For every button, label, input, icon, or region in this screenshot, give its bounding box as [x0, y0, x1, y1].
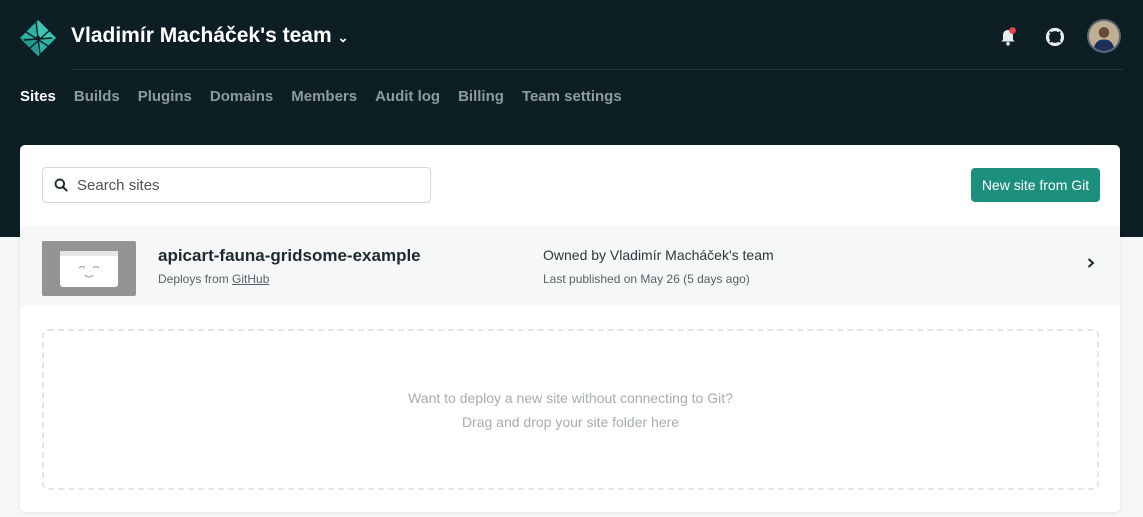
user-avatar[interactable]	[1087, 19, 1121, 53]
nav-builds[interactable]: Builds	[74, 88, 120, 106]
lifebuoy-icon	[1045, 27, 1065, 47]
site-name[interactable]: apicart-fauna-gridsome-example	[158, 246, 421, 266]
chevron-down-icon: ⌄	[337, 29, 349, 45]
site-thumbnail	[42, 241, 136, 296]
nav-audit-log[interactable]: Audit log	[375, 88, 440, 106]
notification-dot	[1009, 27, 1016, 34]
bell-icon	[1001, 27, 1016, 46]
help-button[interactable]	[1040, 22, 1070, 52]
site-row[interactable]: apicart-fauna-gridsome-example Deploys f…	[20, 226, 1120, 306]
search-icon	[54, 178, 68, 192]
nav-billing[interactable]: Billing	[458, 88, 504, 106]
nav-members[interactable]: Members	[291, 88, 357, 106]
team-nav: Sites Builds Plugins Domains Members Aud…	[20, 88, 640, 106]
sites-card: New site from Git apicart-fauna-gridsome…	[20, 145, 1120, 512]
team-switcher[interactable]: Vladimír Macháček's team ⌄	[71, 24, 349, 48]
search-input[interactable]	[77, 176, 407, 194]
site-dropzone[interactable]: Want to deploy a new site without connec…	[42, 329, 1099, 490]
nav-domains[interactable]: Domains	[210, 88, 273, 106]
site-thumbnail-placeholder	[60, 251, 118, 287]
chevron-right-icon	[1086, 256, 1096, 274]
smiley-face-icon	[60, 251, 118, 278]
dropzone-prompt: Want to deploy a new site without connec…	[408, 390, 733, 406]
github-link[interactable]: GitHub	[232, 272, 269, 286]
avatar-image	[1089, 21, 1119, 51]
netlify-logo-icon[interactable]	[18, 18, 58, 58]
nav-team-settings[interactable]: Team settings	[522, 88, 622, 106]
notifications-button[interactable]	[993, 22, 1023, 52]
dropzone-instruction: Drag and drop your site folder here	[461, 414, 680, 430]
site-owner: Owned by Vladimír Macháček's team	[543, 247, 774, 263]
header-divider	[71, 69, 1123, 70]
site-deploy-source: Deploys from GitHub	[158, 272, 269, 286]
deploys-from-label: Deploys from	[158, 272, 229, 286]
team-name-label: Vladimír Macháček's team	[71, 24, 332, 47]
site-last-published: Last published on May 26 (5 days ago)	[543, 272, 750, 286]
nav-sites[interactable]: Sites	[20, 88, 56, 106]
nav-plugins[interactable]: Plugins	[138, 88, 192, 106]
new-site-from-git-button[interactable]: New site from Git	[971, 168, 1100, 202]
search-box[interactable]	[42, 167, 431, 203]
